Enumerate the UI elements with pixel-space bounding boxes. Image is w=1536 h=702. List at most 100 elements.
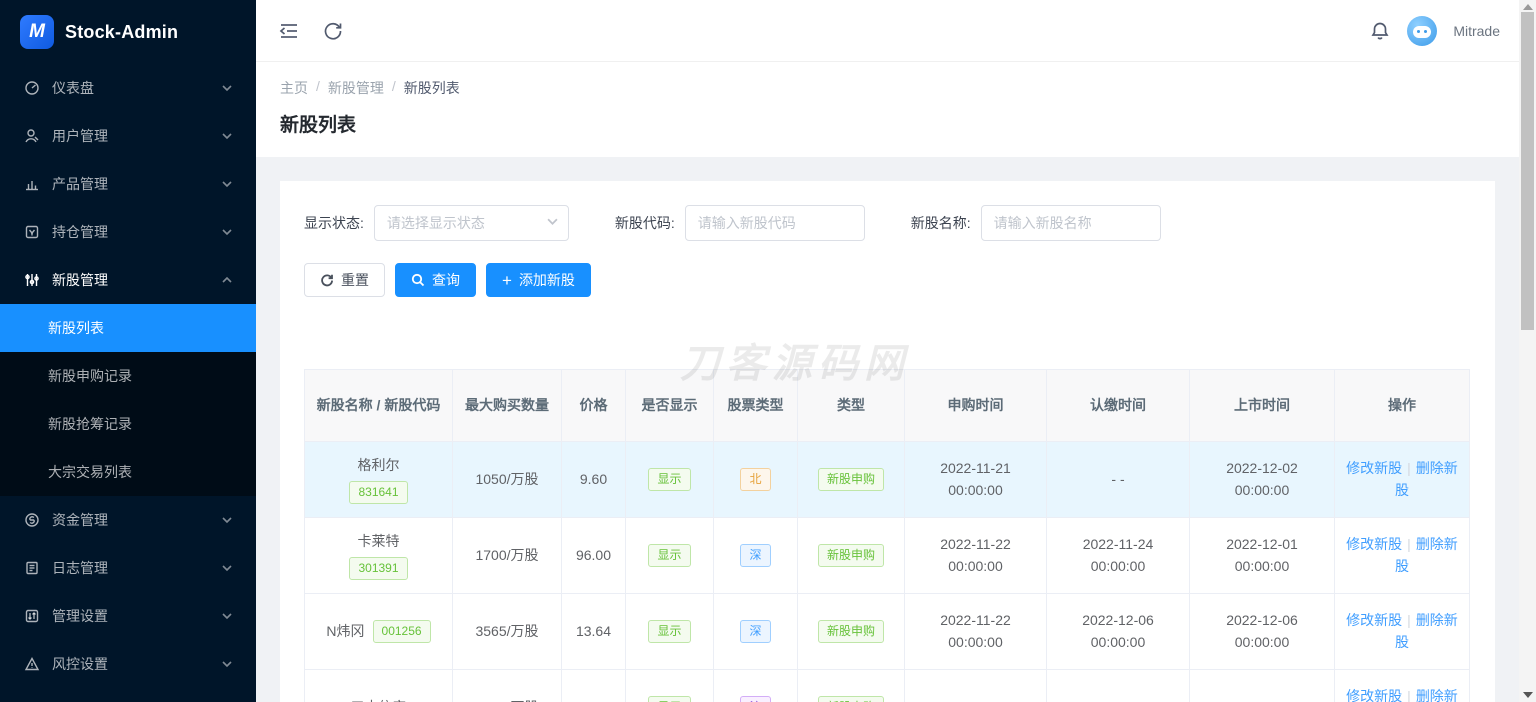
chevron-down-icon bbox=[222, 512, 232, 528]
col-max-buy: 最大购买数量 bbox=[452, 369, 562, 442]
max-buy-cell: 3565/万股 bbox=[452, 593, 562, 670]
delete-stock-link[interactable]: 删除新股 bbox=[1395, 536, 1458, 574]
market-cell: 沪 bbox=[713, 669, 798, 702]
new-stock-icon bbox=[24, 272, 40, 288]
type-badge: 新股申购 bbox=[817, 696, 884, 702]
visible-badge: 显示 bbox=[648, 620, 691, 643]
edit-stock-link[interactable]: 修改新股 bbox=[1346, 460, 1402, 476]
date-line: 2022-11-23 bbox=[915, 697, 1036, 702]
visible-cell: 显示 bbox=[625, 669, 714, 702]
max-buy-cell: 1700/万股 bbox=[452, 517, 562, 594]
stock-code-input[interactable] bbox=[684, 205, 865, 241]
sidebar-subitem-subscription-records[interactable]: 新股申购记录 bbox=[0, 352, 256, 400]
stock-name-box: 格利尔 831641 bbox=[315, 455, 442, 505]
date-line: 2022-12-06 bbox=[1226, 611, 1298, 628]
sidebar-subitem-stock-list[interactable]: 新股列表 bbox=[0, 304, 256, 352]
visible-badge: 显示 bbox=[648, 468, 691, 491]
status-select[interactable]: 请选择显示状态 bbox=[373, 205, 569, 241]
sidebar-item-positions[interactable]: 持仓管理 bbox=[0, 208, 256, 256]
visible-badge: 显示 bbox=[648, 696, 691, 702]
stock-name: 格利尔 bbox=[357, 456, 400, 473]
apply-time-cell: 2022-11-22 00:00:00 bbox=[904, 517, 1047, 594]
delete-stock-link[interactable]: 删除新股 bbox=[1395, 688, 1458, 702]
delete-stock-link[interactable]: 删除新股 bbox=[1395, 460, 1458, 498]
col-price: 价格 bbox=[561, 369, 626, 442]
sidebar-item-risk-settings[interactable]: 风控设置 bbox=[0, 640, 256, 688]
visible-cell: 显示 bbox=[625, 441, 714, 518]
sidebar-item-label: 新股管理 bbox=[52, 272, 108, 288]
sidebar-item-label: 持仓管理 bbox=[52, 224, 108, 240]
edit-stock-link[interactable]: 修改新股 bbox=[1346, 688, 1402, 702]
breadcrumb-new-stock[interactable]: 新股管理 bbox=[328, 78, 384, 98]
chevron-down-icon bbox=[222, 560, 232, 576]
sidebar-item-admin-settings[interactable]: 管理设置 bbox=[0, 592, 256, 640]
chevron-down-icon bbox=[222, 80, 232, 96]
stock-name-cell: N炜冈 001256 bbox=[304, 593, 453, 670]
action-buttons: 重置 查询 + 添加新股 bbox=[304, 263, 1471, 297]
reset-button[interactable]: 重置 bbox=[304, 263, 385, 297]
edit-stock-link[interactable]: 修改新股 bbox=[1346, 612, 1402, 628]
add-stock-button[interactable]: + 添加新股 bbox=[486, 263, 591, 297]
chevron-up-icon bbox=[222, 272, 232, 288]
user-avatar[interactable] bbox=[1407, 15, 1438, 46]
code-filter-label: 新股代码: bbox=[614, 215, 675, 231]
stock-code-badge: 001256 bbox=[372, 620, 431, 643]
app-logo-icon: M bbox=[20, 15, 54, 49]
search-button[interactable]: 查询 bbox=[395, 263, 476, 297]
col-type: 类型 bbox=[797, 369, 905, 442]
sidebar-item-dashboard[interactable]: 仪表盘 bbox=[0, 64, 256, 112]
operations-cell: 修改新股 |删除新股 bbox=[1334, 441, 1470, 518]
new-stock-submenu: 新股列表 新股申购记录 新股抢筹记录 大宗交易列表 bbox=[0, 304, 256, 496]
table-body: 格利尔 831641 1050/万股 9.60 显示北新股申购 2022-11-21 00:… bbox=[304, 441, 1470, 702]
menu-fold-icon[interactable] bbox=[278, 20, 300, 42]
list-card: 显示状态: 请选择显示状态 新股代码: 新股名称: bbox=[280, 181, 1495, 702]
sidebar-item-products[interactable]: 产品管理 bbox=[0, 160, 256, 208]
date-line: 2022-11-22 bbox=[940, 535, 1011, 552]
market-badge: 北 bbox=[740, 468, 771, 491]
sidebar-item-users[interactable]: 用户管理 bbox=[0, 112, 256, 160]
sidebar-item-label: 用户管理 bbox=[52, 128, 108, 144]
sidebar-item-funds[interactable]: 资金管理 bbox=[0, 496, 256, 544]
table-row: N炜冈 001256 3565/万股 13.64 显示 深 新股申购 2022-11-22 00… bbox=[304, 593, 1470, 670]
stock-code-badge: 301391 bbox=[349, 557, 408, 581]
sidebar-item-logs[interactable]: 日志管理 bbox=[0, 544, 256, 592]
operations-cell: 修改新股 |删除新股 bbox=[1334, 669, 1470, 702]
stock-name-input[interactable] bbox=[980, 205, 1161, 241]
dashboard-icon bbox=[24, 80, 40, 96]
col-list-time: 上市时间 bbox=[1189, 369, 1335, 442]
time-line: 00:00:00 bbox=[1234, 481, 1290, 498]
status-filter-group: 显示状态: 请选择显示状态 bbox=[304, 205, 569, 241]
breadcrumb-home[interactable]: 主页 bbox=[280, 78, 308, 98]
scrollbar-down-arrow[interactable] bbox=[1523, 692, 1533, 698]
type-cell: 新股申购 bbox=[797, 669, 905, 702]
breadcrumb-separator: / bbox=[391, 78, 396, 94]
list-time-cell: 2022-12-02 bbox=[1189, 669, 1335, 702]
market-badge: 沪 bbox=[740, 696, 771, 702]
market-badge: 深 bbox=[740, 544, 771, 567]
market-cell: 深 bbox=[713, 517, 798, 594]
stock-table: 新股名称 / 新股代码 最大购买数量 价格 是否显示 股票类型 类型 申购时间 … bbox=[304, 369, 1470, 702]
apply-time-cell: 2022-11-21 00:00:00 bbox=[904, 441, 1047, 518]
table-row: 三未信安 1914/万股78.99 显示 沪 新股申购 2022-11-23 2022-11… bbox=[304, 669, 1470, 702]
chevron-down-icon bbox=[222, 176, 232, 192]
scrollbar-up-arrow[interactable] bbox=[1523, 4, 1533, 10]
sidebar-subitem-block-trade-list[interactable]: 大宗交易列表 bbox=[0, 448, 256, 496]
username[interactable]: Mitrade bbox=[1453, 23, 1500, 39]
topbar: Mitrade bbox=[256, 0, 1536, 62]
stock-name-cell: 三未信安 bbox=[304, 669, 453, 702]
scrollbar-thumb[interactable] bbox=[1521, 12, 1534, 330]
edit-stock-link[interactable]: 修改新股 bbox=[1346, 536, 1402, 552]
delete-stock-link[interactable]: 删除新股 bbox=[1395, 612, 1458, 650]
col-market: 股票类型 bbox=[713, 369, 798, 442]
stock-name: N炜冈 bbox=[326, 622, 365, 639]
notification-bell-icon[interactable] bbox=[1369, 20, 1391, 42]
chevron-down-icon bbox=[222, 224, 232, 240]
col-apply-time: 申购时间 bbox=[904, 369, 1047, 442]
sidebar-item-new-stock[interactable]: 新股管理 bbox=[0, 256, 256, 304]
filter-bar: 显示状态: 请选择显示状态 新股代码: 新股名称: bbox=[304, 205, 1471, 241]
time-line: 00:00:00 bbox=[1234, 557, 1290, 574]
sidebar-subitem-grab-records[interactable]: 新股抢筹记录 bbox=[0, 400, 256, 448]
refresh-icon[interactable] bbox=[322, 20, 344, 42]
app-title: Stock-Admin bbox=[65, 21, 179, 42]
main-area: Mitrade 主页 / 新股管理 / 新股列表 新股列表 刀客源码网 显示状态… bbox=[256, 0, 1536, 702]
